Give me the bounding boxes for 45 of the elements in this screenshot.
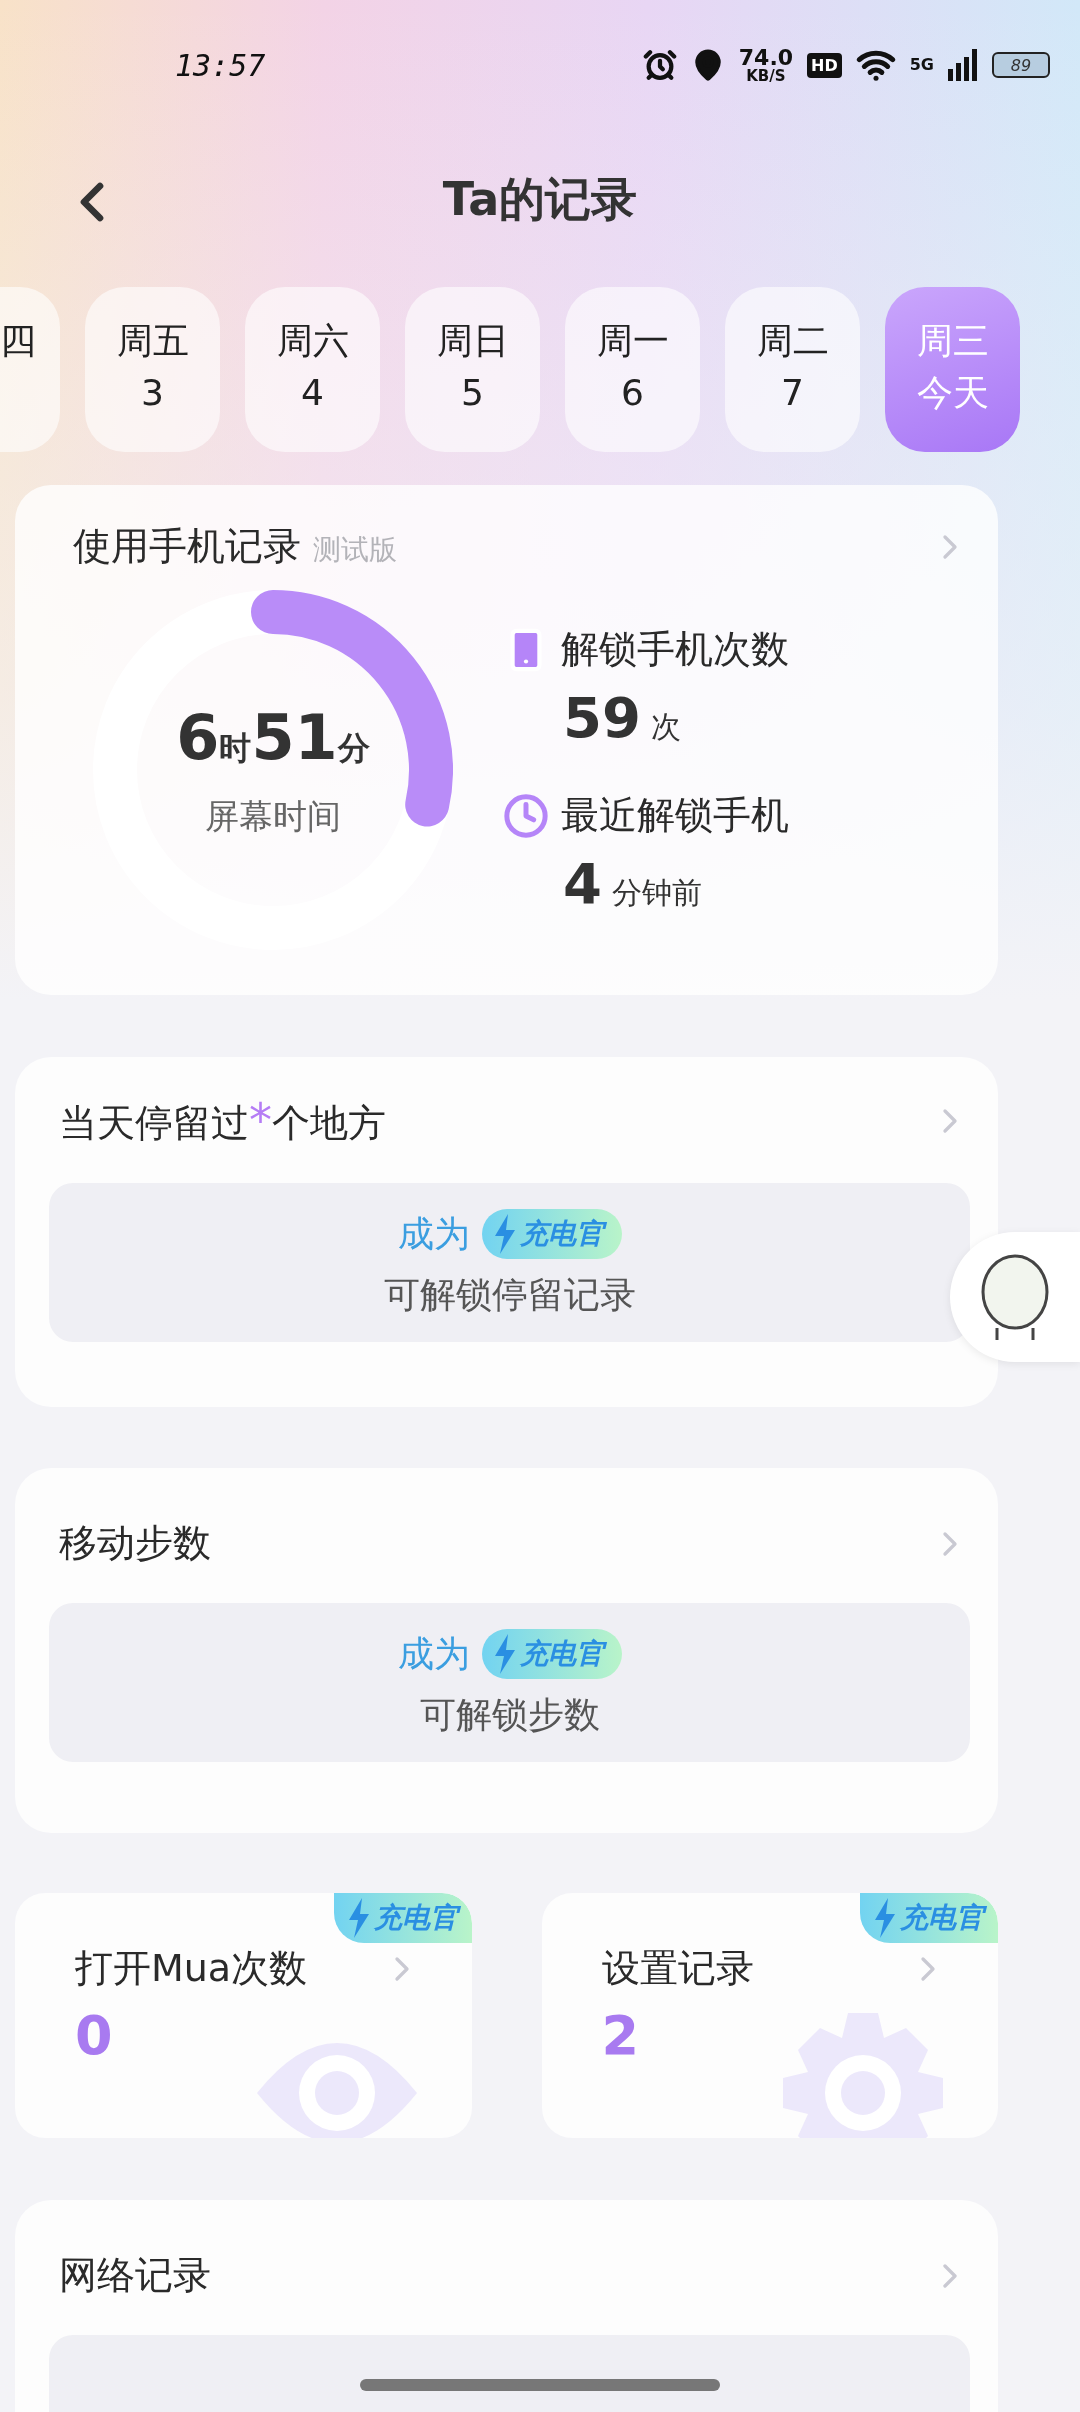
day-tab[interactable]: 四 [0,287,60,452]
clock-icon [503,792,549,839]
hd-indicator: HD [807,52,842,78]
signal-icon [948,49,978,81]
card-title: 打开Mua次数 [75,1945,308,1992]
stat-value: 2 [601,2004,641,2067]
day-tab[interactable]: 周一 6 [565,287,700,452]
steps-card[interactable]: 移动步数 成为 充电官 可解锁步数 [15,1468,998,1833]
stat-card[interactable]: 充电官 设置记录 2 [541,1893,998,2138]
beta-tag: 测试版 [313,531,397,569]
page-title: Ta的记录 [442,171,638,228]
speed-unit: KB/S [746,68,786,84]
lightning-icon [872,1898,898,1938]
network-card[interactable]: 网络记录 [15,2200,998,2412]
screen-time-value: 6时51分 [176,700,370,774]
day-tab[interactable]: 周日 5 [405,287,540,452]
stat-card[interactable]: 充电官 打开Mua次数 0 [15,1893,472,2138]
status-time: 13:57 [175,47,267,83]
floating-avatar[interactable] [950,1232,1080,1362]
battery-level: 89 [1010,55,1032,75]
stat-value: 59 次 [563,685,682,750]
day-tab[interactable]: 周二 7 [725,287,860,452]
places-card[interactable]: 当天停留过*个地方 成为 充电官 可解锁停留记录 [15,1057,998,1407]
membership-badge: 充电官 [860,1893,998,1943]
stat-label: 最近解锁手机 [561,792,789,839]
day-tab[interactable]: 周六 4 [245,287,380,452]
card-title: 网络记录 [59,2252,211,2299]
unlock-prompt: 成为 [397,1631,470,1676]
card-title: 使用手机记录 [73,523,301,570]
alarm-icon [642,48,677,82]
card-title: 设置记录 [601,1945,754,1992]
unlock-prompt: 成为 [397,1211,470,1256]
day-tab[interactable]: 周五 3 [85,287,220,452]
network-type: 5G [909,57,934,73]
phone-usage-card[interactable]: 使用手机记录 测试版 6时51分 屏幕时间 解锁手机次数 59 次 最近解锁手机 4 分钟前 [15,485,998,995]
unlock-hint: 可解锁停留记录 [383,1273,636,1317]
stat-value: 0 [75,2004,114,2067]
card-title: 移动步数 [59,1520,211,1567]
card-title: 当天停留过*个地方 [59,1093,386,1149]
unlock-hint: 可解锁步数 [419,1693,600,1737]
stat-value: 4 分钟前 [563,851,703,916]
stat-label: 解锁手机次数 [561,626,789,673]
network-speed: 74.0 [738,46,794,69]
membership-badge: 充电官 [333,1893,472,1943]
screen-time-label: 屏幕时间 [205,794,341,838]
